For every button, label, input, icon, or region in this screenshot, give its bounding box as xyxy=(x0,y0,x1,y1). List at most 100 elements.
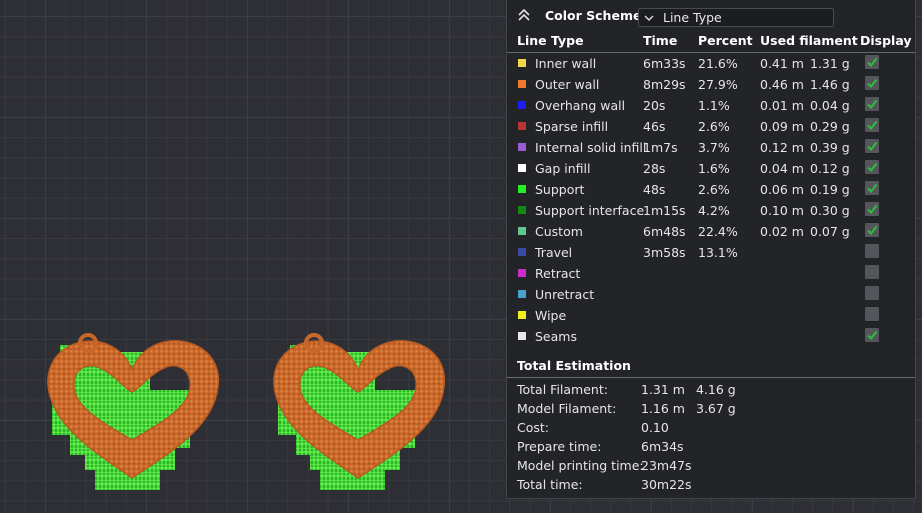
double-chevron-up-icon[interactable] xyxy=(517,7,531,23)
line-type-name: Travel xyxy=(535,245,573,260)
color-scheme-select[interactable]: Line Type xyxy=(638,8,834,27)
color-swatch xyxy=(518,269,526,277)
check-icon xyxy=(867,162,878,173)
chevron-down-icon xyxy=(644,15,654,21)
color-swatch xyxy=(518,227,526,235)
display-checkbox[interactable] xyxy=(865,286,879,300)
display-checkbox[interactable] xyxy=(865,139,879,153)
percent-value: 4.2% xyxy=(698,203,730,218)
display-checkbox[interactable] xyxy=(865,265,879,279)
estimation-value: 1.31 m xyxy=(641,382,685,397)
table-row: Unretract xyxy=(507,284,915,305)
line-type-name: Internal solid infill xyxy=(535,140,647,155)
table-row: Travel 3m58s 13.1% xyxy=(507,242,915,263)
time-value: 1m7s xyxy=(643,140,678,155)
check-icon xyxy=(867,99,878,110)
time-value: 48s xyxy=(643,182,666,197)
color-swatch xyxy=(518,311,526,319)
display-checkbox[interactable] xyxy=(865,160,879,174)
color-swatch xyxy=(518,290,526,298)
used-grams: 1.46 g xyxy=(810,77,850,92)
color-swatch xyxy=(518,185,526,193)
table-row: Internal solid infill 1m7s 3.7% 0.12 m 0.39 … xyxy=(507,137,915,158)
used-grams: 0.30 g xyxy=(810,203,850,218)
used-meters: 0.46 m xyxy=(760,77,804,92)
percent-value: 3.7% xyxy=(698,140,730,155)
used-meters: 0.41 m xyxy=(760,56,804,71)
estimation-row: Prepare time: 6m34s xyxy=(507,437,915,456)
used-meters: 0.04 m xyxy=(760,161,804,176)
used-grams: 0.12 g xyxy=(810,161,850,176)
table-row: Inner wall 6m33s 21.6% 0.41 m 1.31 g xyxy=(507,53,915,74)
color-scheme-label: Color Scheme xyxy=(545,8,642,23)
total-estimation-title: Total Estimation xyxy=(517,358,631,373)
time-value: 3m58s xyxy=(643,245,686,260)
check-icon xyxy=(867,204,878,215)
line-type-name: Sparse infill xyxy=(535,119,609,134)
display-checkbox[interactable] xyxy=(865,328,879,342)
divider xyxy=(507,377,915,378)
color-scheme-value: Line Type xyxy=(663,10,722,25)
color-swatch xyxy=(518,206,526,214)
line-type-name: Overhang wall xyxy=(535,98,626,113)
estimation-label: Total time: xyxy=(517,477,583,492)
check-icon xyxy=(867,183,878,194)
display-checkbox[interactable] xyxy=(865,76,879,90)
line-type-name: Custom xyxy=(535,224,583,239)
time-value: 46s xyxy=(643,119,666,134)
percent-value: 1.1% xyxy=(698,98,730,113)
display-checkbox[interactable] xyxy=(865,55,879,69)
estimation-value: 30m22s xyxy=(641,477,692,492)
estimation-value: 0.10 xyxy=(641,420,669,435)
used-grams: 0.19 g xyxy=(810,182,850,197)
display-checkbox[interactable] xyxy=(865,202,879,216)
check-icon xyxy=(867,225,878,236)
color-scheme-panel: Color Scheme Line Type Line Type Time Pe… xyxy=(506,0,916,499)
percent-value: 13.1% xyxy=(698,245,738,260)
estimation-row: Model Filament: 1.16 m 3.67 g xyxy=(507,399,915,418)
estimation-row: Total Filament: 1.31 m 4.16 g xyxy=(507,380,915,399)
estimation-label: Model printing time: xyxy=(517,458,644,473)
estimation-value: 6m34s xyxy=(641,439,684,454)
time-value: 6m48s xyxy=(643,224,686,239)
display-checkbox[interactable] xyxy=(865,181,879,195)
used-grams: 1.31 g xyxy=(810,56,850,71)
percent-value: 27.9% xyxy=(698,77,738,92)
color-swatch xyxy=(518,122,526,130)
time-value: 28s xyxy=(643,161,666,176)
table-row: Sparse infill 46s 2.6% 0.09 m 0.29 g xyxy=(507,116,915,137)
header-used-filament: Used filament xyxy=(760,33,858,48)
table-row: Support interface 1m15s 4.2% 0.10 m 0.30 g xyxy=(507,200,915,221)
line-type-name: Wipe xyxy=(535,308,567,323)
color-swatch xyxy=(518,143,526,151)
line-type-name: Unretract xyxy=(535,287,595,302)
header-percent: Percent xyxy=(698,33,753,48)
display-checkbox[interactable] xyxy=(865,223,879,237)
estimation-value-2: 3.67 g xyxy=(696,401,736,416)
color-swatch xyxy=(518,248,526,256)
color-swatch xyxy=(518,164,526,172)
time-value: 6m33s xyxy=(643,56,686,71)
line-type-name: Outer wall xyxy=(535,77,600,92)
display-checkbox[interactable] xyxy=(865,97,879,111)
time-value: 20s xyxy=(643,98,666,113)
table-row: Custom 6m48s 22.4% 0.02 m 0.07 g xyxy=(507,221,915,242)
used-meters: 0.06 m xyxy=(760,182,804,197)
color-swatch xyxy=(518,332,526,340)
estimation-value: 23m47s xyxy=(641,458,692,473)
color-swatch xyxy=(518,80,526,88)
line-type-name: Inner wall xyxy=(535,56,597,71)
estimation-value-2: 4.16 g xyxy=(696,382,736,397)
model-preview[interactable] xyxy=(0,0,506,513)
table-row: Gap infill 28s 1.6% 0.04 m 0.12 g xyxy=(507,158,915,179)
display-checkbox[interactable] xyxy=(865,307,879,321)
check-icon xyxy=(867,141,878,152)
display-checkbox[interactable] xyxy=(865,244,879,258)
percent-value: 22.4% xyxy=(698,224,738,239)
used-grams: 0.07 g xyxy=(810,224,850,239)
line-type-name: Gap infill xyxy=(535,161,591,176)
display-checkbox[interactable] xyxy=(865,118,879,132)
percent-value: 2.6% xyxy=(698,182,730,197)
line-type-name: Seams xyxy=(535,329,577,344)
check-icon xyxy=(867,78,878,89)
